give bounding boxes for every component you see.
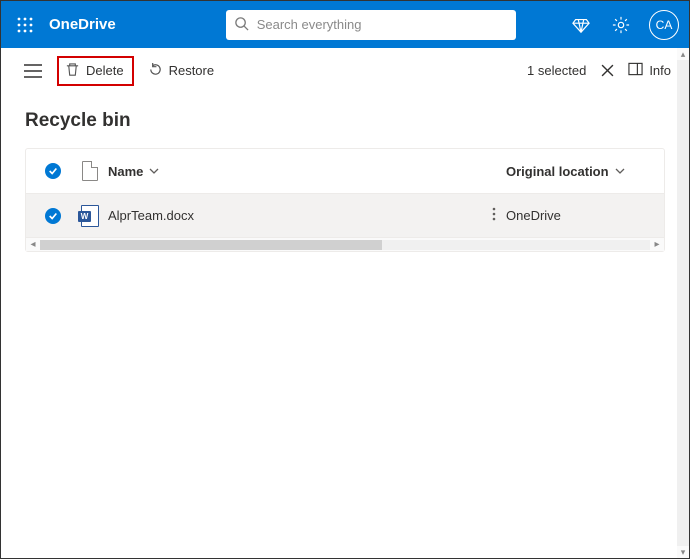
trash-icon <box>65 62 80 80</box>
scroll-thumb[interactable] <box>40 240 382 250</box>
checkmark-icon <box>45 163 61 179</box>
horizontal-scrollbar[interactable]: ◂ ▸ <box>26 237 664 251</box>
original-location-value: OneDrive <box>506 208 561 223</box>
column-name-label: Name <box>108 164 143 179</box>
info-label: Info <box>649 63 671 78</box>
restore-button[interactable]: Restore <box>140 57 223 85</box>
search-input[interactable] <box>257 17 508 32</box>
scroll-track[interactable] <box>40 240 650 250</box>
page-content: Recycle bin Name Original location <box>1 94 689 558</box>
restore-icon <box>148 62 163 80</box>
file-name[interactable]: AlprTeam.docx <box>108 208 194 223</box>
app-header: OneDrive CA <box>1 1 689 48</box>
delete-label: Delete <box>86 63 124 78</box>
avatar-initials: CA <box>656 18 673 32</box>
premium-diamond-icon[interactable] <box>569 13 593 37</box>
brand-label[interactable]: OneDrive <box>49 16 116 33</box>
scroll-track[interactable] <box>677 60 689 546</box>
column-header-row: Name Original location <box>26 149 664 193</box>
chevron-down-icon <box>615 164 625 179</box>
scroll-up-arrow-icon[interactable]: ▴ <box>677 48 689 60</box>
page-title: Recycle bin <box>25 110 665 132</box>
file-list: Name Original location W <box>25 148 665 252</box>
search-icon <box>234 16 249 34</box>
restore-label: Restore <box>169 63 215 78</box>
command-bar: Delete Restore 1 selected Info <box>1 48 689 94</box>
scroll-down-arrow-icon[interactable]: ▾ <box>677 546 689 558</box>
row-select-toggle[interactable] <box>34 208 72 224</box>
column-location-label: Original location <box>506 164 609 179</box>
selection-count: 1 selected <box>527 63 586 78</box>
column-header-original-location[interactable]: Original location <box>506 164 656 179</box>
word-file-icon: W <box>72 205 108 227</box>
info-pane-icon <box>628 62 643 79</box>
delete-button[interactable]: Delete <box>57 56 134 86</box>
table-row[interactable]: W AlprTeam.docx OneDrive <box>26 193 664 237</box>
column-header-name[interactable]: Name <box>108 164 506 179</box>
scroll-right-arrow-icon[interactable]: ▸ <box>650 239 664 250</box>
app-launcher-icon[interactable] <box>11 11 39 39</box>
account-avatar[interactable]: CA <box>649 10 679 40</box>
scroll-left-arrow-icon[interactable]: ◂ <box>26 239 40 250</box>
search-box[interactable] <box>226 10 516 40</box>
filetype-column-icon <box>72 161 108 181</box>
vertical-scrollbar[interactable]: ▴ ▾ <box>677 48 689 558</box>
checkmark-icon <box>45 208 61 224</box>
chevron-down-icon <box>149 164 159 179</box>
select-all-toggle[interactable] <box>34 163 72 179</box>
nav-toggle-icon[interactable] <box>19 57 47 85</box>
clear-selection-button[interactable] <box>596 60 618 82</box>
settings-gear-icon[interactable] <box>609 13 633 37</box>
row-more-actions-button[interactable] <box>482 207 506 224</box>
info-button[interactable]: Info <box>628 62 671 79</box>
